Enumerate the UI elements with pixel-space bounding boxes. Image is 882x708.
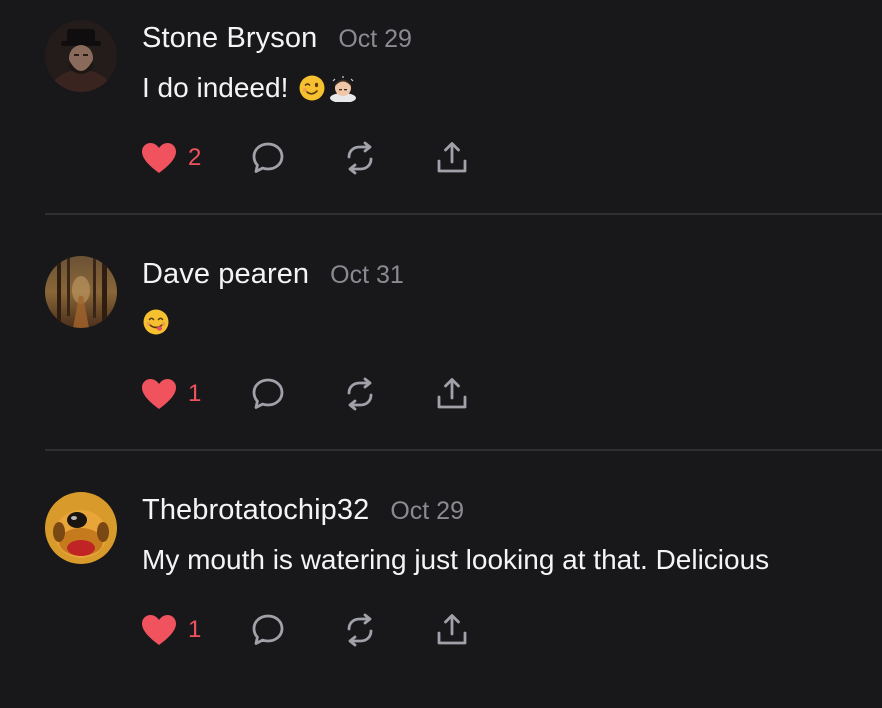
repost-icon <box>347 141 373 175</box>
share-icon <box>437 378 467 409</box>
winking-face-emoji <box>298 74 326 102</box>
comment-bubble-icon <box>252 614 284 645</box>
comment-feed: Stone Bryson Oct 29 I do indeed! 2 Dave … <box>0 0 882 682</box>
author-name[interactable]: Thebrotatochip32 <box>142 494 369 527</box>
repost-icon <box>347 613 373 647</box>
person-bowing-emoji <box>328 74 358 102</box>
divider <box>45 213 882 215</box>
face-savoring-food-emoji <box>142 308 170 336</box>
repost-icon <box>347 377 373 411</box>
repost-button[interactable] <box>340 138 380 178</box>
reply-button[interactable] <box>248 610 288 650</box>
avatar[interactable] <box>45 20 117 92</box>
share-button[interactable] <box>432 138 472 178</box>
reply-button[interactable] <box>248 374 288 414</box>
divider <box>45 449 882 451</box>
like-count: 1 <box>188 380 202 407</box>
comment-date[interactable]: Oct 31 <box>330 261 404 290</box>
heart-icon <box>142 615 176 645</box>
comment-header: Stone Bryson Oct 29 <box>142 22 412 58</box>
avatar[interactable] <box>45 492 117 564</box>
comment-actions: 1 <box>140 374 472 414</box>
like-button[interactable]: 2 <box>140 141 212 175</box>
comment-actions: 1 <box>140 610 472 650</box>
comment-text: I do indeed! <box>142 72 358 104</box>
heart-icon <box>142 379 176 409</box>
share-button[interactable] <box>432 610 472 650</box>
share-icon <box>437 142 467 173</box>
share-button[interactable] <box>432 374 472 414</box>
comment-text <box>142 308 170 336</box>
comment-date[interactable]: Oct 29 <box>390 497 464 526</box>
repost-button[interactable] <box>340 374 380 414</box>
like-button[interactable]: 1 <box>140 613 212 647</box>
author-name[interactable]: Stone Bryson <box>142 22 317 55</box>
heart-icon <box>142 143 176 173</box>
comment-bubble-icon <box>252 142 284 173</box>
comment-header: Thebrotatochip32 Oct 29 <box>142 494 464 530</box>
comment-item: Thebrotatochip32 Oct 29 My mouth is wate… <box>0 472 882 708</box>
like-count: 2 <box>188 144 202 171</box>
repost-button[interactable] <box>340 610 380 650</box>
comment-text-content: My mouth is watering just looking at tha… <box>142 544 770 575</box>
like-count: 1 <box>188 616 202 643</box>
comment-item: Dave pearen Oct 31 1 <box>0 236 882 472</box>
comment-text: My mouth is watering just looking at tha… <box>142 544 769 576</box>
like-button[interactable]: 1 <box>140 377 212 411</box>
comment-actions: 2 <box>140 138 472 178</box>
avatar[interactable] <box>45 256 117 328</box>
reply-button[interactable] <box>248 138 288 178</box>
comment-bubble-icon <box>252 378 284 409</box>
share-icon <box>437 614 467 645</box>
author-name[interactable]: Dave pearen <box>142 258 309 291</box>
comment-date[interactable]: Oct 29 <box>338 25 412 54</box>
comment-item: Stone Bryson Oct 29 I do indeed! 2 <box>0 0 882 236</box>
comment-text-content: I do indeed! <box>142 72 289 103</box>
comment-header: Dave pearen Oct 31 <box>142 258 404 294</box>
